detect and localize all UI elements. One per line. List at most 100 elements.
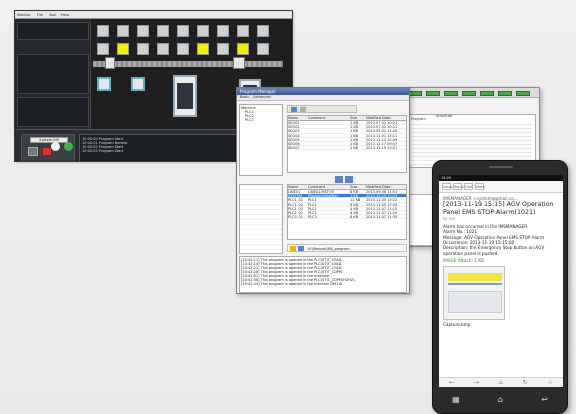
table-cell: 2013.11.07 11:35 bbox=[366, 215, 398, 219]
plc-box-alarm[interactable] bbox=[117, 43, 129, 55]
save-icon[interactable] bbox=[300, 107, 306, 112]
tab-basic[interactable]: Basic bbox=[240, 95, 249, 100]
conveyor-rail bbox=[93, 61, 283, 67]
tree-item[interactable]: PLC3 bbox=[241, 118, 281, 122]
plc-box-alarm[interactable] bbox=[197, 43, 209, 55]
capture-label[interactable]: Capture.bmp bbox=[443, 322, 559, 327]
status-tab[interactable] bbox=[516, 91, 530, 96]
attachment-thumbnail[interactable] bbox=[443, 265, 505, 320]
status-tab[interactable] bbox=[480, 91, 494, 96]
station[interactable] bbox=[97, 77, 111, 91]
grid-body: SEQ01 1 KB 2013.07.02 10:21 SEQ02 1 KB 2013.0… bbox=[288, 121, 406, 151]
station[interactable] bbox=[131, 77, 145, 91]
menu-icon[interactable]: ▦ bbox=[452, 395, 460, 404]
phone-speaker bbox=[489, 166, 513, 168]
run-lamp[interactable] bbox=[64, 142, 73, 151]
plc-box[interactable] bbox=[257, 43, 269, 55]
folder-icon[interactable] bbox=[291, 107, 297, 112]
tab-advanced[interactable]: Advanced bbox=[253, 95, 270, 100]
program-grid-bottom: Name Comment Size Modified Date LINE01 LI… bbox=[287, 184, 407, 240]
folder-list[interactable] bbox=[240, 185, 282, 253]
column-header[interactable]: Modified Date bbox=[366, 116, 406, 120]
plc-box-alarm[interactable] bbox=[237, 43, 249, 55]
table-cell bbox=[308, 138, 350, 141]
table-row[interactable]: PLC3_01 PLC3 8 KB 2013.11.07 11:35 bbox=[288, 215, 406, 220]
upload-icon[interactable] bbox=[298, 246, 304, 251]
table-cell bbox=[308, 142, 350, 145]
table-cell: 8 KB bbox=[350, 202, 359, 206]
table-cell: 2013.11.19 13:21 bbox=[366, 146, 398, 150]
table-cell: PLC1_01 bbox=[288, 198, 303, 202]
column-header[interactable]: Size bbox=[350, 185, 366, 189]
status-tab[interactable] bbox=[498, 91, 512, 96]
table-cell: SEQ07 bbox=[288, 146, 300, 150]
menu-help[interactable]: Help bbox=[61, 13, 69, 17]
back-icon[interactable]: ↩ bbox=[541, 395, 548, 404]
table-cell: 8 KB bbox=[350, 215, 359, 219]
table-cell: 4 KB bbox=[350, 206, 359, 210]
folder-icon[interactable] bbox=[290, 246, 296, 251]
column-header[interactable]: Comment bbox=[308, 185, 350, 189]
path-field[interactable]: K:\Manual\IMS_program bbox=[308, 247, 350, 251]
table-cell: 2013.10.29 10:15 bbox=[366, 194, 398, 198]
plc-box[interactable] bbox=[157, 43, 169, 55]
plc-box[interactable] bbox=[217, 43, 229, 55]
plc-box[interactable] bbox=[257, 25, 269, 37]
program-grid-top: Name Comment Size Modified Date SEQ01 1 K… bbox=[287, 115, 407, 173]
column-header[interactable]: Comment bbox=[308, 116, 350, 120]
table-cell: SEQ05 bbox=[288, 137, 300, 141]
plc-box[interactable] bbox=[177, 43, 189, 55]
table-cell: PLC3 bbox=[308, 215, 317, 219]
column-header[interactable]: Name bbox=[288, 116, 308, 120]
table-cell: PLC1 bbox=[308, 198, 317, 202]
tab-bar: Basic Advanced bbox=[237, 95, 409, 101]
status-tab[interactable] bbox=[444, 91, 458, 96]
plc-box[interactable] bbox=[237, 25, 249, 37]
table-cell: PLC2 bbox=[308, 210, 317, 215]
info-table-top bbox=[17, 22, 89, 40]
move-buttons bbox=[335, 176, 353, 184]
status-tab[interactable] bbox=[462, 91, 476, 96]
shuttle-right[interactable] bbox=[233, 57, 245, 69]
table-cell: PLC3_01 bbox=[288, 215, 303, 219]
table-cell: 2013.11.01 15:11 bbox=[366, 133, 398, 137]
home-icon[interactable]: ⌂ bbox=[498, 395, 503, 404]
plc-box[interactable] bbox=[97, 43, 109, 55]
plc-box[interactable] bbox=[97, 25, 109, 37]
stop-lamp[interactable] bbox=[28, 147, 38, 156]
system-init-button[interactable]: System Init bbox=[30, 137, 68, 143]
plc-box[interactable] bbox=[117, 25, 129, 37]
plc-box[interactable] bbox=[137, 25, 149, 37]
path-bar: K:\Manual\IMS_program bbox=[287, 244, 407, 252]
menu-tool[interactable]: Tool bbox=[49, 13, 56, 17]
plc-box[interactable] bbox=[177, 25, 189, 37]
tab-forward[interactable]: Fwd bbox=[464, 183, 473, 190]
tab-inbox[interactable]: Inbox bbox=[442, 183, 453, 190]
plc-box[interactable] bbox=[157, 25, 169, 37]
plc-box[interactable] bbox=[217, 25, 229, 37]
top-toolbar bbox=[287, 105, 357, 113]
table-row[interactable]: SEQ07 1 KB 2013.11.19 13:21 bbox=[288, 146, 406, 151]
table-cell: 2013.07.02 10:21 bbox=[366, 121, 398, 125]
menu-file[interactable]: File bbox=[37, 13, 43, 17]
column-header[interactable]: Size bbox=[350, 116, 366, 120]
tab-more[interactable]: More bbox=[475, 183, 485, 190]
table-cell: 1 KB bbox=[350, 125, 359, 129]
round-switch[interactable] bbox=[51, 142, 60, 151]
structure-tab[interactable]: Structure bbox=[436, 114, 452, 118]
move-down-button[interactable] bbox=[345, 176, 353, 183]
plc-box[interactable] bbox=[137, 43, 149, 55]
status-tab[interactable] bbox=[426, 91, 440, 96]
tab-reply[interactable]: Reply bbox=[453, 183, 464, 190]
status-tab[interactable] bbox=[408, 91, 422, 96]
shuttle-left[interactable] bbox=[105, 57, 115, 69]
column-header[interactable]: Name bbox=[288, 185, 308, 189]
table-cell: 6 KB bbox=[350, 210, 359, 215]
table-cell: 1 KB bbox=[350, 133, 359, 137]
column-header[interactable]: Modified Date bbox=[366, 185, 406, 189]
plc-box[interactable] bbox=[197, 25, 209, 37]
table-cell: SEQ01 bbox=[288, 121, 300, 125]
move-up-button[interactable] bbox=[335, 176, 343, 183]
menu-monitor[interactable]: Monitor bbox=[17, 13, 30, 17]
folder-tree bbox=[239, 184, 283, 254]
